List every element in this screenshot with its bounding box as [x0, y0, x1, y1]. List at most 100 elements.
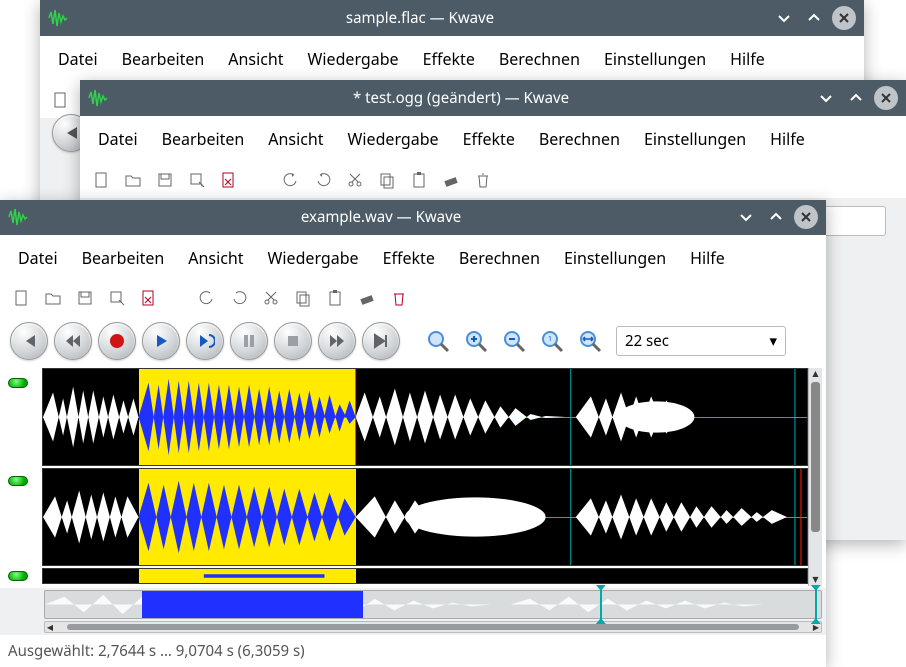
menu-ansicht[interactable]: Ansicht	[256, 122, 335, 156]
track2-lamp[interactable]	[8, 476, 28, 486]
menu-bearbeiten[interactable]: Bearbeiten	[110, 42, 217, 76]
record-button[interactable]	[98, 322, 136, 360]
maximize-icon[interactable]	[802, 6, 826, 30]
menu-hilfe[interactable]: Hilfe	[758, 122, 817, 156]
loop-button[interactable]	[186, 322, 224, 360]
maximize-icon[interactable]	[764, 205, 788, 229]
menu-datei[interactable]: Datei	[46, 42, 110, 76]
undo-icon[interactable]	[196, 287, 218, 309]
zoom-value: 22 sec	[625, 331, 669, 351]
save-icon[interactable]	[74, 287, 96, 309]
scroll-left-icon[interactable]: ◀	[45, 622, 55, 633]
menu-einstellungen[interactable]: Einstellungen	[592, 42, 718, 76]
horizontal-scrollbar[interactable]: ◀ ▶	[44, 621, 822, 633]
close-icon[interactable]	[832, 6, 856, 30]
goto-start-button[interactable]	[10, 322, 48, 360]
track1-lamp[interactable]	[8, 378, 28, 388]
track-3[interactable]	[42, 568, 808, 584]
menu-berechnen[interactable]: Berechnen	[487, 42, 592, 76]
overview-marker-1[interactable]	[600, 588, 602, 621]
open-file-icon[interactable]	[42, 287, 64, 309]
forward-button[interactable]	[318, 322, 356, 360]
delete-icon[interactable]	[472, 169, 494, 191]
scroll-up-icon[interactable]: ▲	[811, 368, 820, 380]
delete-icon[interactable]	[388, 287, 410, 309]
minimize-icon[interactable]	[772, 6, 796, 30]
minimize-icon[interactable]	[734, 205, 758, 229]
menu-datei[interactable]: Datei	[86, 122, 150, 156]
menu-wiedergabe[interactable]: Wiedergabe	[256, 241, 371, 275]
overview-bar[interactable]	[44, 590, 822, 619]
menu-hilfe[interactable]: Hilfe	[718, 42, 777, 76]
stop-button[interactable]	[274, 322, 312, 360]
new-file-icon[interactable]	[90, 169, 112, 191]
titlebar-front[interactable]: example.wav — Kwave	[0, 200, 826, 235]
play-button[interactable]	[142, 322, 180, 360]
close-icon[interactable]	[794, 205, 818, 229]
save-icon[interactable]	[154, 169, 176, 191]
window-title: sample.flac — Kwave	[74, 8, 766, 28]
zoom-1to1-icon[interactable]: 1	[538, 327, 566, 355]
zoom-select[interactable]: 22 sec ▾	[616, 326, 786, 356]
menu-berechnen[interactable]: Berechnen	[527, 122, 632, 156]
cut-icon[interactable]	[260, 287, 282, 309]
menu-hilfe[interactable]: Hilfe	[678, 241, 737, 275]
titlebar-mid[interactable]: * test.ogg (geändert) — Kwave	[80, 80, 906, 116]
paste-icon[interactable]	[324, 287, 346, 309]
status-bar: Ausgewählt: 2,7644 s … 9,0704 s (6,3059 …	[0, 635, 826, 667]
menu-wiedergabe[interactable]: Wiedergabe	[336, 122, 451, 156]
status-text: Ausgewählt: 2,7644 s … 9,0704 s (6,3059 …	[8, 641, 305, 661]
zoom-out-icon[interactable]	[500, 327, 528, 355]
scroll-thumb[interactable]	[811, 382, 820, 532]
menu-ansicht[interactable]: Ansicht	[176, 241, 255, 275]
cut-icon[interactable]	[344, 169, 366, 191]
new-file-icon[interactable]	[10, 287, 32, 309]
menu-effekte[interactable]: Effekte	[451, 122, 527, 156]
close-icon[interactable]	[874, 86, 898, 110]
maximize-icon[interactable]	[844, 86, 868, 110]
redo-icon[interactable]	[228, 287, 250, 309]
overview-marker-2[interactable]	[815, 588, 817, 621]
menu-bearbeiten[interactable]: Bearbeiten	[150, 122, 257, 156]
menu-berechnen[interactable]: Berechnen	[447, 241, 552, 275]
transportbar: 1 22 sec ▾	[0, 316, 826, 366]
menu-effekte[interactable]: Effekte	[411, 42, 487, 76]
open-file-icon[interactable]	[122, 169, 144, 191]
hscroll-thumb[interactable]	[67, 624, 799, 630]
erase-icon[interactable]	[440, 169, 462, 191]
menu-bearbeiten[interactable]: Bearbeiten	[70, 241, 177, 275]
scroll-down-icon[interactable]: ▼	[811, 574, 820, 586]
copy-icon[interactable]	[376, 169, 398, 191]
track3-lamp[interactable]	[8, 571, 28, 581]
chevron-down-icon: ▾	[769, 331, 777, 351]
erase-icon[interactable]	[356, 287, 378, 309]
copy-icon[interactable]	[292, 287, 314, 309]
close-file-icon[interactable]	[218, 169, 240, 191]
zoom-reset-icon[interactable]	[424, 327, 452, 355]
save-as-icon[interactable]	[106, 287, 128, 309]
undo-icon[interactable]	[280, 169, 302, 191]
zoom-all-icon[interactable]	[576, 327, 604, 355]
pause-button[interactable]	[230, 322, 268, 360]
overview-selection[interactable]	[142, 591, 363, 618]
vertical-scrollbar[interactable]: ▲ ▼	[808, 368, 822, 586]
save-as-icon[interactable]	[186, 169, 208, 191]
track-1[interactable]	[42, 368, 808, 466]
minimize-icon[interactable]	[814, 86, 838, 110]
new-file-icon[interactable]	[50, 89, 72, 111]
rewind-button[interactable]	[54, 322, 92, 360]
menu-effekte[interactable]: Effekte	[371, 241, 447, 275]
zoom-in-icon[interactable]	[462, 327, 490, 355]
menu-datei[interactable]: Datei	[6, 241, 70, 275]
menu-ansicht[interactable]: Ansicht	[216, 42, 295, 76]
titlebar-back[interactable]: sample.flac — Kwave	[40, 0, 864, 36]
window-title: * test.ogg (geändert) — Kwave	[114, 88, 808, 108]
redo-icon[interactable]	[312, 169, 334, 191]
close-file-icon[interactable]	[138, 287, 160, 309]
paste-icon[interactable]	[408, 169, 430, 191]
menu-wiedergabe[interactable]: Wiedergabe	[296, 42, 411, 76]
track-2[interactable]	[42, 468, 808, 566]
menu-einstellungen[interactable]: Einstellungen	[632, 122, 758, 156]
goto-end-button[interactable]	[362, 322, 400, 360]
menu-einstellungen[interactable]: Einstellungen	[552, 241, 678, 275]
